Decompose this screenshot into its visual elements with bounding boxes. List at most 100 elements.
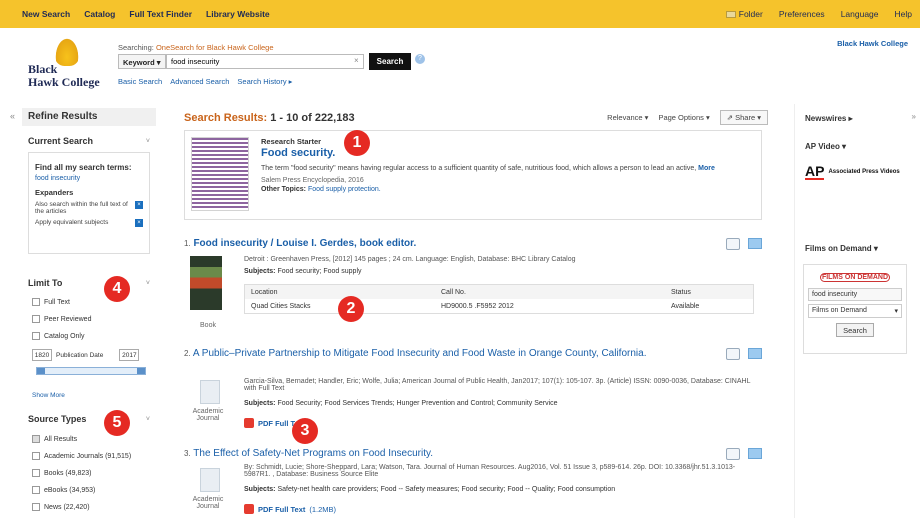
- add-to-folder-icon[interactable]: [748, 448, 762, 459]
- add-to-folder-icon[interactable]: [748, 238, 762, 249]
- find-all-label: Find all my search terms:: [35, 163, 132, 172]
- newswires-heading[interactable]: Newswires ▸: [805, 114, 853, 123]
- result-number: 1.: [184, 239, 191, 248]
- advanced-search-link[interactable]: Advanced Search: [170, 77, 229, 86]
- add-to-folder-icon[interactable]: [748, 348, 762, 359]
- source-news[interactable]: News (22,420): [32, 503, 90, 511]
- collapse-left-icon[interactable]: «: [10, 111, 15, 121]
- right-sidebar: Newswires ▸ AP Video ▾ AP Associated Pre…: [794, 104, 914, 518]
- checkbox-icon[interactable]: [32, 332, 40, 340]
- films-on-demand-widget: FILMS ON DEMAND food insecurity Films on…: [803, 264, 907, 354]
- checkbox-icon[interactable]: [32, 503, 40, 511]
- show-more-link[interactable]: Show More: [32, 392, 65, 399]
- marker-1: 1: [344, 130, 370, 156]
- pdf-full-text-link[interactable]: PDF Full Text (1.2MB): [244, 504, 336, 514]
- full-text-finder-link[interactable]: Full Text Finder: [129, 9, 192, 19]
- source-academic-journals[interactable]: Academic Journals (91,515): [32, 452, 131, 460]
- subjects-label: Subjects:: [244, 268, 278, 275]
- more-link[interactable]: More: [698, 165, 715, 172]
- fod-select[interactable]: Films on Demand ▾: [808, 304, 902, 318]
- result-title-link[interactable]: A Public–Private Partnership to Mitigate…: [193, 348, 647, 359]
- search-input[interactable]: [166, 54, 364, 69]
- pdf-size: (1.2MB): [309, 504, 337, 514]
- search-history-link[interactable]: Search History ▸: [237, 77, 292, 86]
- source-ebooks[interactable]: eBooks (34,953): [32, 486, 95, 494]
- topics-label: Other Topics:: [261, 186, 308, 193]
- source-label: All Results: [44, 435, 78, 443]
- source-all-results[interactable]: All Results: [32, 435, 77, 443]
- films-heading[interactable]: Films on Demand ▾: [805, 244, 878, 253]
- pub-from-input[interactable]: 1820: [32, 349, 52, 361]
- book-cover-image[interactable]: [190, 256, 222, 310]
- chevron-down-icon[interactable]: ˅: [146, 280, 150, 287]
- result-item: 1. Food insecurity / Louise I. Gerdes, b…: [184, 238, 762, 338]
- starter-title-link[interactable]: Food security.: [261, 147, 335, 159]
- share-label: Share ▾: [735, 113, 761, 122]
- current-search-heading[interactable]: Current Search: [28, 136, 93, 146]
- checkbox-icon[interactable]: [32, 298, 40, 306]
- share-button[interactable]: ⇗ Share ▾: [719, 110, 768, 125]
- basic-search-link[interactable]: Basic Search: [118, 77, 162, 86]
- chevron-down-icon[interactable]: ˅: [146, 138, 150, 145]
- help-icon[interactable]: ?: [415, 54, 425, 64]
- limit-to-heading[interactable]: Limit To: [28, 278, 62, 288]
- marker-3: 3: [292, 418, 318, 444]
- help-link[interactable]: Help: [895, 9, 912, 19]
- document-icon[interactable]: [200, 468, 220, 492]
- remove-icon[interactable]: ×: [135, 201, 143, 209]
- fod-select-value: Films on Demand: [812, 307, 867, 314]
- college-logo[interactable]: Black Hawk College: [28, 36, 108, 90]
- field-select[interactable]: Keyword ▾: [118, 54, 166, 69]
- catalog-link[interactable]: Catalog: [84, 9, 115, 19]
- search-button[interactable]: Search: [369, 53, 411, 70]
- result-title-link[interactable]: The Effect of Safety-Net Programs on Foo…: [193, 448, 433, 459]
- marker-2: 2: [338, 296, 364, 322]
- ap-video-heading[interactable]: AP Video ▾: [805, 142, 846, 151]
- topics-link[interactable]: Food supply protection.: [308, 186, 381, 193]
- source-label: Academic Journals (91,515): [44, 452, 132, 460]
- preview-icon[interactable]: [726, 448, 740, 460]
- checkbox-icon[interactable]: [32, 435, 40, 443]
- starter-thumbnail[interactable]: [191, 137, 249, 211]
- preview-icon[interactable]: [726, 238, 740, 250]
- result-subjects: Subjects: Food Security; Food Services T…: [244, 400, 558, 407]
- remove-icon[interactable]: ×: [135, 219, 143, 227]
- checkbox-icon[interactable]: [32, 452, 40, 460]
- date-slider[interactable]: [36, 367, 146, 375]
- source-types-heading[interactable]: Source Types: [28, 414, 86, 424]
- marker-4: 4: [104, 276, 130, 302]
- subjects-text: Food security; Food supply: [277, 268, 362, 275]
- fod-search-button[interactable]: Search: [836, 323, 874, 337]
- result-title: 3. The Effect of Safety-Net Programs on …: [184, 448, 762, 459]
- checkbox-icon[interactable]: [32, 315, 40, 323]
- page-options-dropdown[interactable]: Page Options ▾: [658, 113, 709, 122]
- result-title-link[interactable]: Food insecurity / Louise I. Gerdes, book…: [193, 238, 416, 249]
- checkbox-icon[interactable]: [32, 486, 40, 494]
- folder-link[interactable]: Folder: [725, 9, 763, 19]
- ap-logo[interactable]: AP Associated Press Videos: [805, 164, 900, 180]
- fod-search-input[interactable]: food insecurity: [808, 288, 902, 301]
- slider-handle-left[interactable]: [37, 368, 45, 374]
- document-icon[interactable]: [200, 380, 220, 404]
- catalog-only-checkbox[interactable]: Catalog Only: [32, 332, 84, 340]
- clear-icon[interactable]: ×: [354, 56, 359, 65]
- peer-reviewed-checkbox[interactable]: Peer Reviewed: [32, 315, 91, 323]
- source-books[interactable]: Books (49,823): [32, 469, 91, 477]
- full-text-checkbox[interactable]: Full Text: [32, 298, 70, 306]
- relevance-dropdown[interactable]: Relevance ▾: [607, 113, 648, 122]
- chevron-down-icon[interactable]: ˅: [146, 416, 150, 423]
- preferences-link[interactable]: Preferences: [779, 9, 825, 19]
- results-label: Search Results:: [184, 112, 271, 124]
- new-search-link[interactable]: New Search: [22, 9, 70, 19]
- searching-prefix: Searching:: [118, 43, 156, 52]
- checkbox-icon[interactable]: [32, 469, 40, 477]
- result-number: 3.: [184, 449, 191, 458]
- language-link[interactable]: Language: [841, 9, 879, 19]
- preview-icon[interactable]: [726, 348, 740, 360]
- library-website-link[interactable]: Library Website: [206, 9, 270, 19]
- collapse-right-icon[interactable]: »: [912, 112, 916, 121]
- source-label: News (22,420): [44, 503, 90, 511]
- slider-handle-right[interactable]: [137, 368, 145, 374]
- pub-to-input[interactable]: 2017: [119, 349, 140, 361]
- search-term-link[interactable]: food insecurity: [35, 175, 143, 182]
